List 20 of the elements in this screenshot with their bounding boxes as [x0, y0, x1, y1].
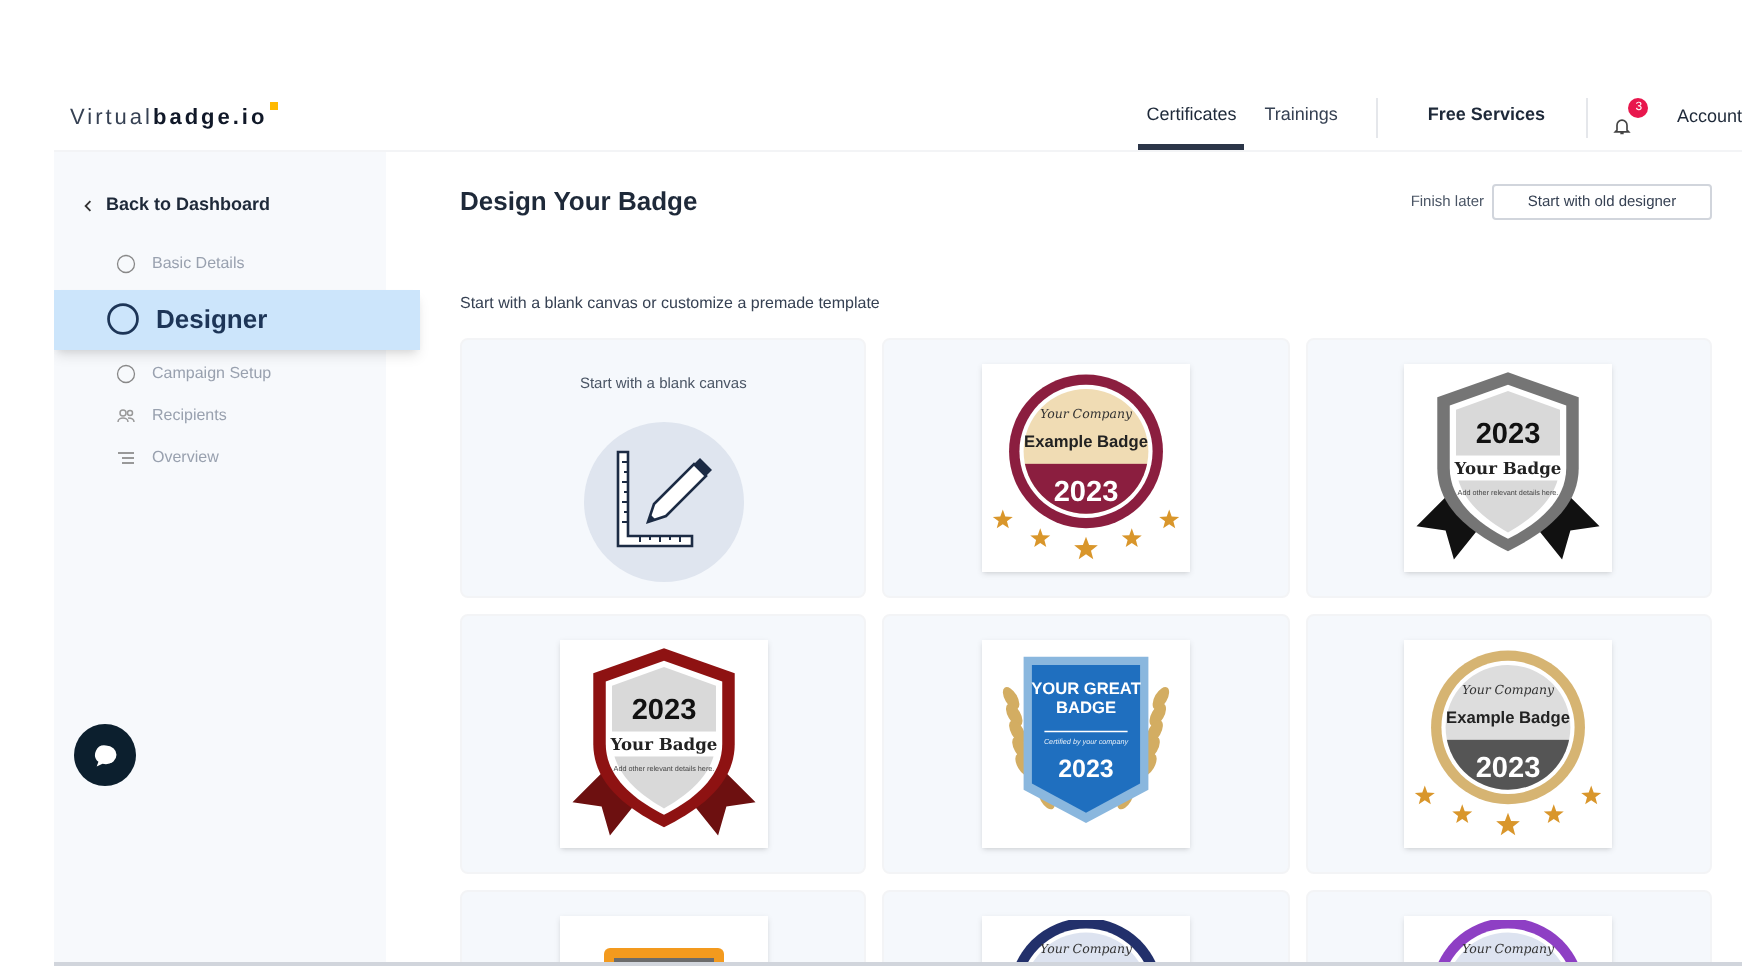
sidebar-step[interactable]: Designer [54, 289, 420, 349]
nav-tab[interactable]: Certificates [1138, 86, 1245, 150]
list-icon [116, 448, 136, 468]
chevron-left-icon [82, 199, 94, 212]
chat-bubble-icon [91, 741, 119, 769]
step-circle-icon [116, 364, 136, 384]
bell-icon [1612, 116, 1633, 136]
chat-button[interactable] [74, 724, 136, 786]
nav-tab[interactable]: Free Services [1419, 86, 1553, 150]
people-icon [116, 406, 136, 426]
logo[interactable]: Virtual badge.io [54, 101, 278, 135]
instruction-text: Start with a blank canvas or customize a premade template [460, 291, 882, 315]
ruler-pencil-icon [583, 421, 744, 582]
logo-mark-icon [269, 101, 278, 110]
page-title: Design Your Badge [460, 184, 698, 220]
back-to-dashboard-link[interactable]: Back to Dashboard [82, 192, 271, 219]
nav-tab[interactable]: Trainings [1256, 86, 1346, 150]
account-link[interactable]: Account [1676, 104, 1742, 132]
step-circle-icon [106, 302, 140, 336]
step-circle-icon [116, 254, 136, 274]
